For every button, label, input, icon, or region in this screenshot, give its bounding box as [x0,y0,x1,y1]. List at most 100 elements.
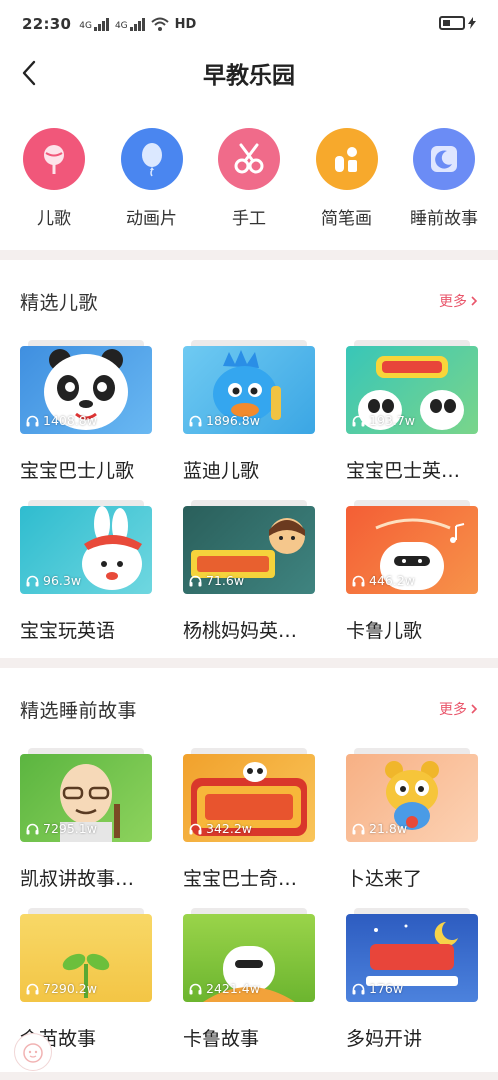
album-title: 多妈开讲 [346,1028,423,1050]
section-divider [0,658,498,668]
back-icon[interactable] [16,56,46,90]
category-bedtime-stories[interactable]: 睡前故事 [400,128,488,250]
signal-1-icon: 4G [79,17,109,31]
section-title: 精选儿歌 [20,291,99,314]
album-cover: 21.8w [346,754,478,842]
album-card[interactable]: 176w 多妈开讲 [346,906,478,1066]
floating-baby-button[interactable] [14,1033,52,1071]
headphones-icon [189,415,202,426]
featured-songs-section: 精选儿歌 更多 1408.8w 宝宝巴士儿歌 1896.8w 蓝迪儿歌 193.… [0,260,498,658]
album-card[interactable]: 1896.8w 蓝迪儿歌 [183,338,315,498]
album-card[interactable]: 71.6w 杨桃妈妈英… [183,498,315,658]
play-count: 96.3w [26,573,81,588]
wifi-icon [150,17,169,31]
headphones-icon [189,575,202,586]
drawing-icon [315,128,378,190]
album-card[interactable]: 342.2w 宝宝巴士奇… [183,746,315,906]
page-title: 早教乐园 [203,63,295,89]
album-card[interactable]: 1408.8w 宝宝巴士儿歌 [20,338,152,498]
album-title: 卡鲁故事 [183,1028,260,1050]
headphones-icon [26,415,39,426]
headphones-icon [352,415,365,426]
category-label: 手工 [232,209,266,229]
album-title: 宝宝巴士儿歌 [20,460,135,482]
section-header: 精选儿歌 更多 [20,260,478,338]
play-count: 1408.8w [26,413,97,428]
album-title: 凯叔讲故事… [20,868,135,890]
album-cover: 342.2w [183,754,315,842]
status-bar: 22:30 4G 4G HD [0,0,498,48]
baby-face-icon [23,1043,43,1063]
album-title: 卜达来了 [346,868,423,890]
album-cover: 446.2w [346,506,478,594]
category-songs[interactable]: 儿歌 [10,128,98,250]
signal-indicators: 4G 4G HD [79,17,196,32]
signal-2-icon: 4G [115,17,145,31]
play-count: 446.2w [352,573,415,588]
category-row: 儿歌 动画片 手工 简笔画 睡前故事 [0,98,498,250]
album-cover: 193.7w [346,346,478,434]
headphones-icon [352,983,365,994]
balloon-icon [120,128,183,190]
more-stories-link[interactable]: 更多 [439,699,478,719]
album-cover: 2421.4w [183,914,315,1002]
stories-grid: 7295.1w 凯叔讲故事… 342.2w 宝宝巴士奇… 21.8w 卜达来了 [20,746,478,1066]
play-count: 21.8w [352,821,407,836]
lollipop-icon [23,128,85,190]
album-card[interactable]: 7295.1w 凯叔讲故事… [20,746,152,906]
album-title: 宝宝巴士英… [346,460,461,482]
play-count: 1896.8w [189,413,260,428]
headphones-icon [352,823,365,834]
album-card[interactable]: 2421.4w 卡鲁故事 [183,906,315,1066]
top-bar: 早教乐园 [0,48,498,98]
section-title: 精选睡前故事 [20,699,138,722]
album-title: 蓝迪儿歌 [183,460,260,482]
play-count: 7295.1w [26,821,97,836]
play-count: 342.2w [189,821,252,836]
status-time: 22:30 [22,15,72,33]
bottom-edge [0,1072,498,1080]
category-label: 动画片 [126,209,177,229]
album-cover: 96.3w [20,506,152,594]
section-header: 精选睡前故事 更多 [20,668,478,746]
album-card[interactable]: 446.2w 卡鲁儿歌 [346,498,478,658]
headphones-icon [352,575,365,586]
headphones-icon [26,575,39,586]
album-title: 宝宝巴士奇… [183,868,298,890]
album-title: 杨桃妈妈英… [183,620,298,642]
album-cover: 7295.1w [20,754,152,842]
album-title: 宝宝玩英语 [20,620,116,642]
play-count: 2421.4w [189,981,260,996]
category-drawing[interactable]: 简笔画 [303,128,391,250]
featured-stories-section: 精选睡前故事 更多 7295.1w 凯叔讲故事… 342.2w 宝宝巴士奇… 2… [0,668,498,1066]
category-label: 简笔画 [321,209,372,229]
play-count: 193.7w [352,413,415,428]
album-cover: 1408.8w [20,346,152,434]
play-count: 71.6w [189,573,244,588]
album-cover: 7290.2w [20,914,152,1002]
play-count: 7290.2w [26,981,97,996]
more-songs-link[interactable]: 更多 [439,291,478,311]
headphones-icon [26,823,39,834]
moon-icon [413,128,475,190]
category-cartoons[interactable]: 动画片 [108,128,196,250]
songs-grid: 1408.8w 宝宝巴士儿歌 1896.8w 蓝迪儿歌 193.7w 宝宝巴士英 [20,338,478,658]
album-cover: 1896.8w [183,346,315,434]
hd-label: HD [174,16,197,32]
battery-icon [439,16,476,30]
chevron-right-icon [471,704,478,714]
headphones-icon [189,983,202,994]
category-crafts[interactable]: 手工 [205,128,293,250]
album-card[interactable]: 193.7w 宝宝巴士英… [346,338,478,498]
album-card[interactable]: 96.3w 宝宝玩英语 [20,498,152,658]
chevron-right-icon [471,296,478,306]
play-count: 176w [352,981,403,996]
headphones-icon [26,983,39,994]
section-divider [0,250,498,260]
category-label: 儿歌 [37,209,71,229]
scissors-icon [218,128,280,190]
album-title: 卡鲁儿歌 [346,620,423,642]
album-cover: 71.6w [183,506,315,594]
album-card[interactable]: 21.8w 卜达来了 [346,746,478,906]
headphones-icon [189,823,202,834]
